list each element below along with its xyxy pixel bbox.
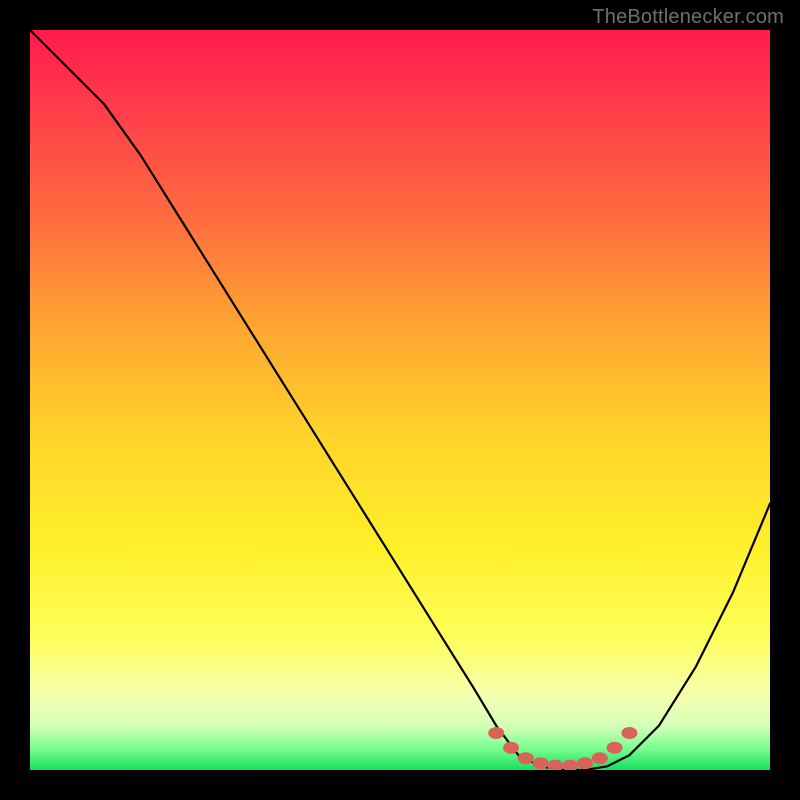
highlight-dot	[533, 757, 549, 769]
highlight-dot	[503, 742, 519, 754]
chart-frame: TheBottlenecker.com	[0, 0, 800, 800]
plot-area	[30, 30, 770, 770]
highlight-dot	[562, 760, 578, 770]
attribution-label: TheBottlenecker.com	[592, 6, 784, 29]
curve-layer	[30, 30, 770, 770]
highlight-dot	[621, 727, 637, 739]
highlight-dot	[547, 760, 563, 770]
highlight-dot	[488, 727, 504, 739]
bottleneck-curve	[30, 30, 770, 770]
highlight-dot	[592, 752, 608, 764]
highlight-dot	[518, 752, 534, 764]
highlight-dot	[577, 757, 593, 769]
highlight-dot	[607, 742, 623, 754]
